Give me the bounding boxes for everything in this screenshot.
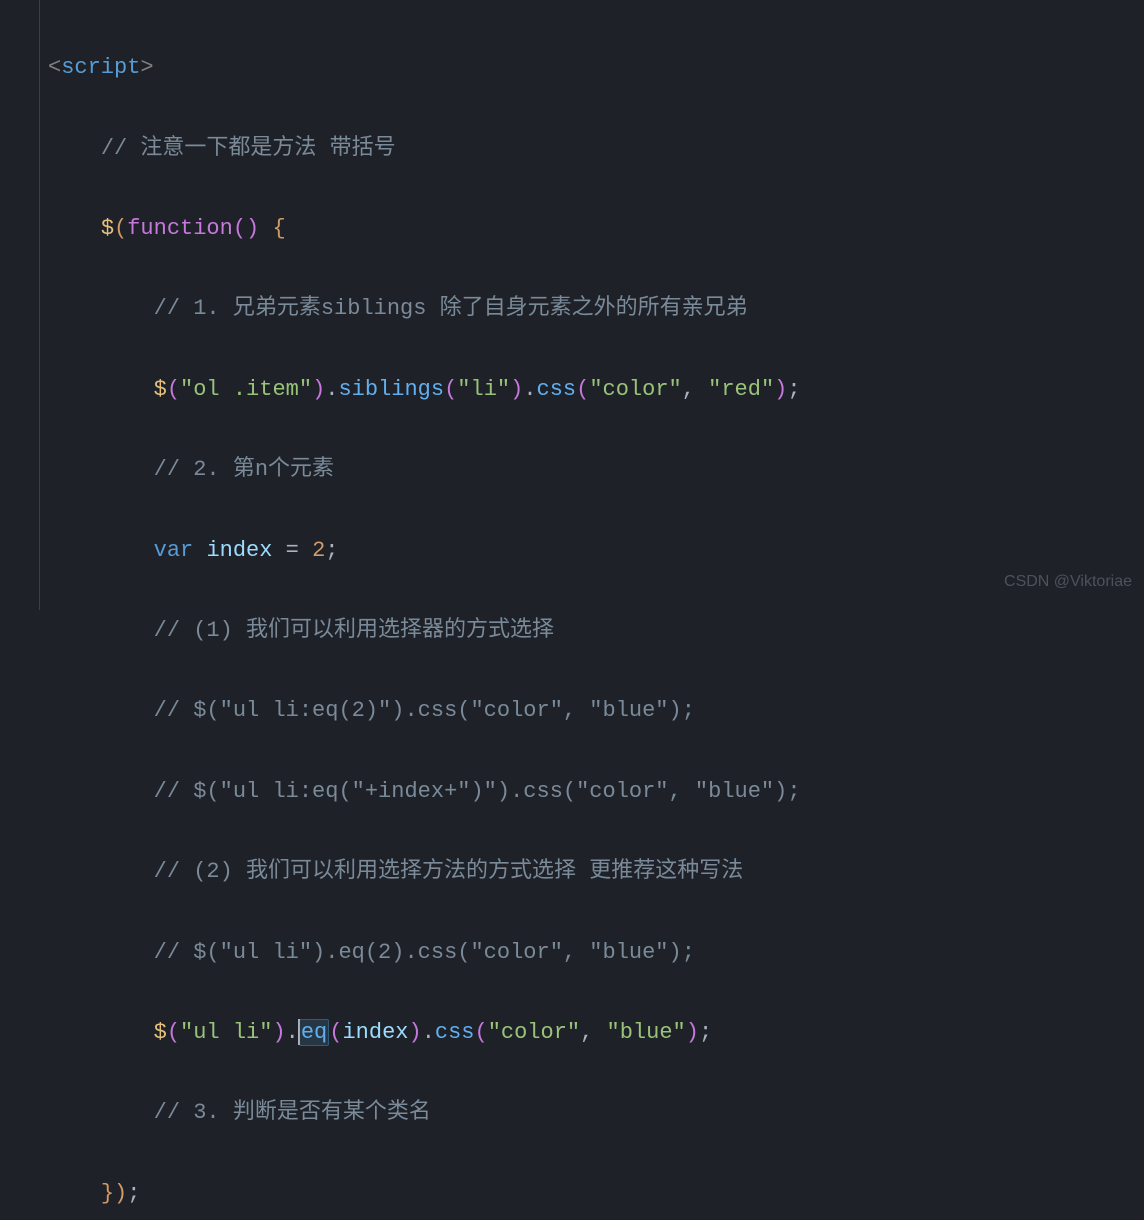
string-literal: "blue" [607,1020,686,1045]
semicolon: ; [127,1181,140,1206]
code-line[interactable]: // (1) 我们可以利用选择器的方式选择 [0,611,1144,651]
code-line[interactable]: // $("ul li:eq(2)").css("color", "blue")… [0,691,1144,731]
code-line[interactable]: $("ul li").eq(index).css("color", "blue"… [0,1013,1144,1053]
paren: ) [510,377,523,402]
code-line[interactable]: // (2) 我们可以利用选择方法的方式选择 更推荐这种写法 [0,852,1144,892]
code-line[interactable]: <script> [0,48,1144,88]
paren: ) [408,1020,421,1045]
tag-open-bracket: < [48,55,61,80]
var-keyword: var [154,538,194,563]
string-literal: "color" [589,377,681,402]
code-line[interactable]: $("ol .item").siblings("li").css("color"… [0,370,1144,410]
brace-close: } [101,1181,114,1206]
comment-text: // 1. 兄弟元素siblings 除了自身元素之外的所有亲兄弟 [154,296,748,321]
paren: ) [272,1020,285,1045]
method-css: css [537,377,577,402]
jquery-dollar: $ [154,377,167,402]
paren: ( [576,377,589,402]
paren: ( [444,377,457,402]
variable-index: index [342,1020,408,1045]
dot: . [325,377,338,402]
paren: ( [167,377,180,402]
paren: ) [312,377,325,402]
watermark: CSDN @Viktoriae [1004,562,1132,602]
equals: = [286,538,299,563]
comment-text: // (2) 我们可以利用选择方法的方式选择 更推荐这种写法 [154,859,744,884]
code-line[interactable]: // 3. 判断是否有某个类名 [0,1093,1144,1133]
tag-close-bracket: > [140,55,153,80]
paren: () [233,216,259,241]
dot: . [523,377,536,402]
comment-text: // (1) 我们可以利用选择器的方式选择 [154,618,554,643]
method-css: css [435,1020,475,1045]
code-line[interactable]: }); [0,1174,1144,1214]
paren: ( [114,216,127,241]
semicolon: ; [325,538,338,563]
script-tag: script [61,55,140,80]
semicolon: ; [699,1020,712,1045]
variable-index: index [206,538,272,563]
comment-text: // 2. 第n个元素 [154,457,334,482]
code-line[interactable]: // $("ul li").eq(2).css("color", "blue")… [0,933,1144,973]
code-line[interactable]: $(function() { [0,209,1144,249]
function-keyword: function [127,216,233,241]
jquery-dollar: $ [101,216,114,241]
jquery-dollar: $ [154,1020,167,1045]
string-literal: "color" [488,1020,580,1045]
comment-text: // $("ul li:eq("+index+")").css("color",… [154,779,801,804]
comment-text: // $("ul li").eq(2).css("color", "blue")… [154,940,695,965]
code-line[interactable]: var index = 2; [0,531,1144,571]
paren: ) [686,1020,699,1045]
code-line[interactable]: // 2. 第n个元素 [0,450,1144,490]
comma: , [580,1020,606,1045]
brace-open: { [272,216,285,241]
code-line[interactable]: // 1. 兄弟元素siblings 除了自身元素之外的所有亲兄弟 [0,289,1144,329]
paren: ( [475,1020,488,1045]
comma: , [682,377,708,402]
code-editor[interactable]: <script> // 注意一下都是方法 带括号 $(function() { … [0,0,1144,1220]
paren: ) [114,1181,127,1206]
paren: ( [167,1020,180,1045]
comment-text: // $("ul li:eq(2)").css("color", "blue")… [154,698,695,723]
string-literal: "ul li" [180,1020,272,1045]
comment-text: // 注意一下都是方法 带括号 [101,136,396,161]
method-eq: eq [299,1019,329,1046]
dot: . [422,1020,435,1045]
paren: ) [774,377,787,402]
code-line[interactable]: // $("ul li:eq("+index+")").css("color",… [0,772,1144,812]
string-literal: "li" [457,377,510,402]
string-literal: "ol .item" [180,377,312,402]
number-literal: 2 [312,538,325,563]
paren: ( [329,1020,342,1045]
code-line[interactable]: // 注意一下都是方法 带括号 [0,129,1144,169]
string-literal: "red" [708,377,774,402]
comment-text: // 3. 判断是否有某个类名 [154,1100,431,1125]
method-siblings: siblings [338,377,444,402]
semicolon: ; [787,377,800,402]
